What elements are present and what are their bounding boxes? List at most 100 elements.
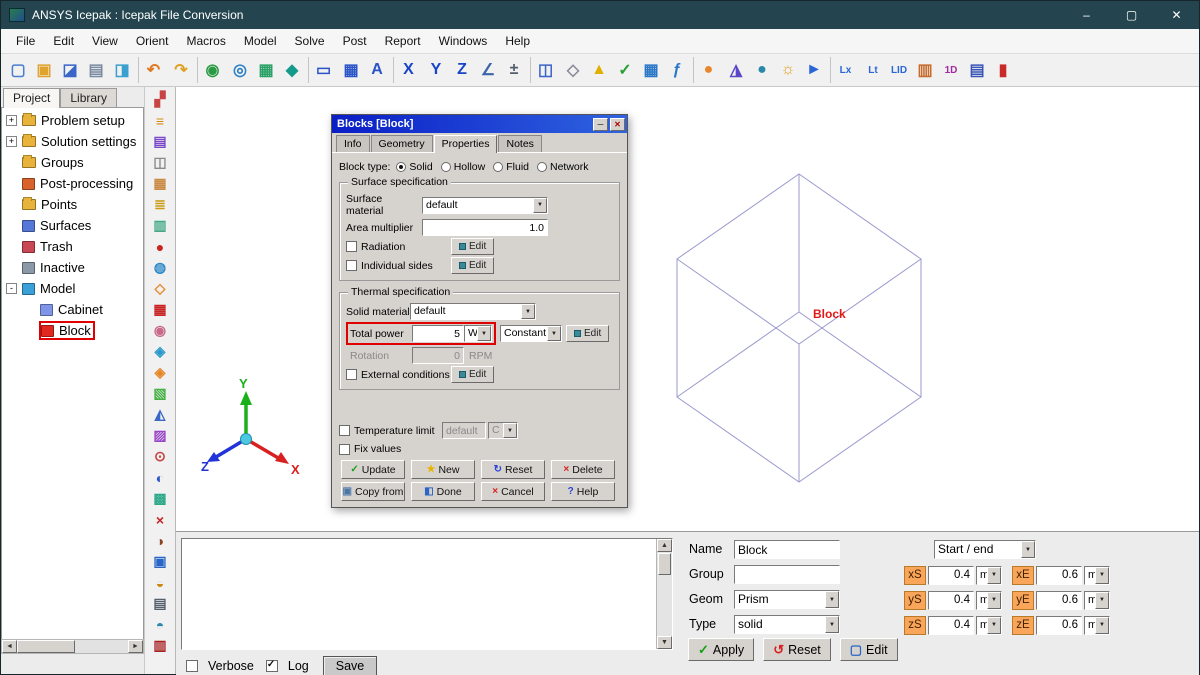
calculator-icon[interactable]: ▦ (638, 57, 664, 83)
reset-button[interactable]: ↻ Reset (481, 460, 545, 479)
scrollbar-track[interactable] (657, 576, 672, 636)
export-image-icon[interactable]: ◨ (109, 57, 135, 83)
individual-sides-edit-button[interactable]: Edit (451, 257, 494, 274)
dialog-tab[interactable]: Properties (434, 135, 498, 153)
menu-item[interactable]: Model (235, 31, 286, 51)
full-window-icon[interactable]: ▭ (308, 57, 338, 83)
tree-horizontal-scrollbar[interactable]: ◄ ► (1, 639, 144, 654)
block-type-radio[interactable]: Fluid (493, 161, 529, 173)
tree-item-body[interactable]: Model (21, 280, 78, 297)
power-profile-select[interactable]: Constant ▼ (500, 325, 562, 342)
tree-expander[interactable]: + (6, 136, 17, 147)
menu-item[interactable]: Windows (430, 31, 497, 51)
dropdown-arrow-icon[interactable]: ▼ (1095, 567, 1109, 584)
rotate-tool-icon[interactable]: ◆ (279, 57, 305, 83)
block-type-radio[interactable]: Network (537, 161, 589, 173)
dropdown-arrow-icon[interactable]: ▼ (547, 326, 561, 341)
tree-expander[interactable]: + (6, 115, 17, 126)
area-multiplier-input[interactable] (422, 219, 548, 236)
group-input[interactable] (734, 565, 840, 584)
level-view-icon[interactable]: ± (501, 57, 527, 83)
menu-item[interactable]: Edit (44, 31, 83, 51)
isometric-view-icon[interactable]: ∠ (475, 57, 501, 83)
update-button[interactable]: ✓ Update (341, 460, 405, 479)
object-tool-icon[interactable]: ▧ (149, 383, 171, 404)
object-tool-icon[interactable]: ◭ (149, 404, 171, 425)
object-tool-icon[interactable]: ◈ (149, 341, 171, 362)
log-scrollbar[interactable]: ▲ ▼ (656, 539, 672, 649)
dropdown-arrow-icon[interactable]: ▼ (533, 198, 547, 213)
globe-icon[interactable]: ● (749, 57, 775, 83)
function-editor-icon[interactable]: ƒ (664, 57, 690, 83)
object-tool-icon[interactable]: ◍ (149, 257, 171, 278)
verbose-checkbox[interactable] (186, 660, 198, 672)
object-tool-icon[interactable]: ◉ (149, 320, 171, 341)
zoom-view-icon[interactable]: ◎ (227, 57, 253, 83)
object-tool-icon[interactable]: ◑ (149, 530, 171, 551)
length-t-icon[interactable]: Lt (860, 57, 886, 83)
tree-item[interactable]: Surfaces (2, 215, 143, 236)
fix-values-checkbox[interactable] (339, 444, 350, 455)
light-source-icon[interactable]: ☼ (775, 57, 801, 83)
external-conditions-edit-button[interactable]: Edit (451, 366, 494, 383)
scroll-left-icon[interactable]: ◄ (2, 640, 17, 653)
total-power-input[interactable] (412, 325, 464, 342)
color-scale-icon[interactable]: ▥ (912, 57, 938, 83)
start-coord-input[interactable] (928, 591, 974, 610)
tile-windows-icon[interactable]: ▦ (338, 57, 364, 83)
dropdown-arrow-icon[interactable]: ▼ (477, 326, 491, 341)
scroll-right-icon[interactable]: ► (128, 640, 143, 653)
block-type-radio[interactable]: Solid (396, 161, 432, 173)
maximize-button[interactable]: ▢ (1109, 1, 1154, 29)
dropdown-arrow-icon[interactable]: ▼ (987, 567, 1001, 584)
object-tool-icon[interactable]: ◓ (149, 614, 171, 635)
tree-item[interactable]: Inactive (2, 257, 143, 278)
object-tool-icon[interactable]: ▣ (149, 551, 171, 572)
zoom-box-icon[interactable]: ◉ (197, 57, 227, 83)
check-model-icon[interactable]: ✓ (612, 57, 638, 83)
object-tool-icon[interactable]: ◇ (149, 278, 171, 299)
dialog-tab[interactable]: Info (336, 135, 370, 152)
length-id-icon[interactable]: LID (886, 57, 912, 83)
model-view[interactable]: Block Y X Z (176, 87, 1200, 531)
select-cursor-icon[interactable]: ► (801, 57, 827, 83)
geom-select[interactable]: Prism ▼ (734, 590, 840, 609)
report-book-icon[interactable]: ▤ (964, 57, 990, 83)
menu-item[interactable]: Solve (286, 31, 334, 51)
object-tool-icon[interactable]: ⊙ (149, 446, 171, 467)
end-unit-select[interactable]: m ▼ (1084, 591, 1110, 610)
end-unit-select[interactable]: m ▼ (1084, 566, 1110, 585)
tree-item-body[interactable]: Solution settings (21, 133, 139, 150)
cancel-button[interactable]: × Cancel (481, 482, 545, 501)
delete-button[interactable]: × Delete (551, 460, 615, 479)
object-tool-icon[interactable]: ◈ (149, 362, 171, 383)
start-unit-select[interactable]: m ▼ (976, 616, 1002, 635)
end-coord-input[interactable] (1036, 566, 1082, 585)
end-coord-input[interactable] (1036, 616, 1082, 635)
undo-icon[interactable]: ↶ (138, 57, 168, 83)
external-conditions-checkbox[interactable] (346, 369, 357, 380)
object-tool-icon[interactable]: ▥ (149, 635, 171, 656)
object-tool-icon[interactable]: ◒ (149, 572, 171, 593)
start-unit-select[interactable]: m ▼ (976, 591, 1002, 610)
object-tool-icon[interactable]: ▦ (149, 299, 171, 320)
dialog-tab[interactable]: Geometry (371, 135, 433, 152)
tree-item-body[interactable]: Trash (21, 238, 76, 255)
scale-grid-icon[interactable]: ▦ (253, 57, 279, 83)
save-button[interactable]: Save (323, 656, 378, 675)
power-edit-button[interactable]: Edit (566, 325, 609, 342)
menu-item[interactable]: View (83, 31, 127, 51)
power-warning-icon[interactable]: ▲ (586, 57, 612, 83)
object-tool-icon[interactable]: ▦ (149, 173, 171, 194)
text-annotation-icon[interactable]: A (364, 57, 390, 83)
dropdown-arrow-icon[interactable]: ▼ (1095, 592, 1109, 609)
dropdown-arrow-icon[interactable]: ▼ (987, 617, 1001, 634)
tree-item[interactable]: Trash (2, 236, 143, 257)
power-unit-select[interactable]: W ▼ (464, 325, 492, 342)
tree-item-body[interactable]: Inactive (21, 259, 88, 276)
tree-item-body[interactable]: Surfaces (21, 217, 94, 234)
new-button[interactable]: ★ New (411, 460, 475, 479)
tree-item[interactable]: + Problem setup (2, 110, 143, 131)
tree-item[interactable]: - Model (2, 278, 143, 299)
message-log[interactable]: ▲ ▼ (181, 538, 673, 650)
